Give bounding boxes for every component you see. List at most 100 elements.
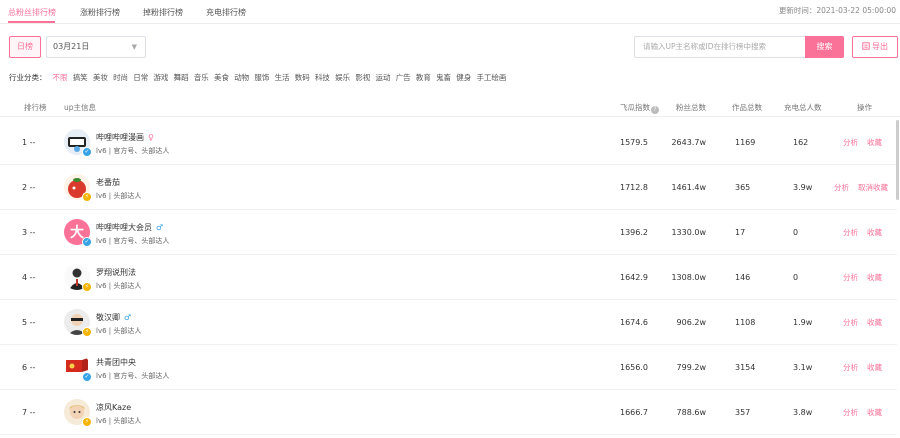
table-row[interactable]: 6 -- ✓ 共青团中央 lv6 | 官方号、头部达人 1656.0 799.2… [0, 345, 897, 390]
category-item[interactable]: 搞笑 [73, 72, 88, 83]
up-name[interactable]: 哔哩哔哩大会员 ♂ [96, 222, 163, 233]
search-button[interactable]: 搜索 [805, 36, 844, 58]
export-button[interactable]: 导出 [852, 36, 898, 58]
analyze-button[interactable]: 分析 [843, 390, 858, 435]
rank-cell: 7 -- [22, 390, 35, 435]
up-name[interactable]: 敬汉卿 ♂ [96, 312, 131, 323]
scrollbar[interactable] [896, 120, 899, 200]
category-item[interactable]: 动物 [234, 72, 249, 83]
rank-number: 7 [22, 408, 28, 417]
header-feigua-index: 飞瓜指数? [620, 102, 659, 114]
category-item[interactable]: 不限 [53, 72, 68, 83]
verified-badge-icon: ⚡ [82, 417, 92, 427]
rank-number: 5 [22, 318, 28, 327]
up-name-text: 共青团中央 [96, 358, 136, 367]
fans-total-cell: 1461.4w [671, 183, 706, 192]
up-name[interactable]: 凉风Kaze [96, 402, 131, 413]
rank-number: 4 [22, 273, 28, 282]
favorite-button[interactable]: 收藏 [867, 345, 882, 390]
up-tags: lv6 | 官方号、头部达人 [96, 237, 170, 245]
favorite-button[interactable]: 收藏 [867, 300, 882, 345]
rank-change: -- [29, 408, 36, 417]
up-tags: lv6 | 头部达人 [96, 327, 142, 335]
avatar[interactable]: ⚡ [64, 399, 92, 427]
analyze-button[interactable]: 分析 [843, 255, 858, 300]
date-select[interactable]: 03月21日 ▼ [46, 36, 146, 58]
avatar[interactable]: ⚡ [64, 264, 92, 292]
avatar[interactable]: ✓ [64, 129, 92, 157]
category-item[interactable]: 科技 [315, 72, 330, 83]
category-list: 不限 搞笑 美妆 时尚 日常 游戏 舞蹈 音乐 美食 动物 服饰 生活 数码 科技 娱乐 影视 运动 广告 教育 鬼畜… [53, 72, 512, 83]
avatar[interactable]: ⚡ [64, 174, 92, 202]
header-charge-total: 充电总人数 [784, 103, 822, 112]
category-item[interactable]: 运动 [376, 72, 391, 83]
export-icon [862, 42, 870, 50]
category-item[interactable]: 广告 [396, 72, 411, 83]
category-item[interactable]: 教育 [416, 72, 431, 83]
table-row[interactable]: 1 -- ✓ 哔哩哔哩漫画 ♀ lv6 | 官方号、头部达人 1579.5 264… [0, 120, 897, 165]
rank-cell: 2 -- [22, 165, 35, 210]
rank-change: -- [29, 228, 36, 237]
category-item[interactable]: 手工绘画 [476, 72, 506, 83]
analyze-button[interactable]: 分析 [843, 345, 858, 390]
favorite-button[interactable]: 收藏 [867, 120, 882, 165]
unfavorite-button[interactable]: 取消收藏 [858, 165, 888, 210]
favorite-button[interactable]: 收藏 [867, 255, 882, 300]
category-item[interactable]: 健身 [456, 72, 471, 83]
table-row[interactable]: 2 -- ⚡ 老番茄 lv6 | 头部达人 1712.8 1461.4w 365… [0, 165, 897, 210]
up-tags: lv6 | 头部达人 [96, 282, 142, 290]
table-row[interactable]: 5 -- ⚡ 敬汉卿 ♂ lv6 | 头部达人 1674.6 906.2w 110… [0, 300, 897, 345]
analyze-button[interactable]: 分析 [843, 210, 858, 255]
tab-charge[interactable]: 充电排行榜 [206, 7, 246, 18]
up-name[interactable]: 老番茄 [96, 177, 120, 188]
table-row[interactable]: 7 -- ⚡ 凉风Kaze lv6 | 头部达人 1666.7 788.6w 3… [0, 390, 897, 435]
up-tags: lv6 | 头部达人 [96, 192, 142, 200]
category-item[interactable]: 美食 [214, 72, 229, 83]
category-item[interactable]: 生活 [275, 72, 290, 83]
table-row[interactable]: 4 -- ⚡ 罗翔说刑法 lv6 | 头部达人 1642.9 1308.0w 1… [0, 255, 897, 300]
category-item[interactable]: 美妆 [93, 72, 108, 83]
daily-rank-button[interactable]: 日榜 [9, 36, 41, 58]
category-item[interactable]: 数码 [295, 72, 310, 83]
category-item[interactable]: 鬼畜 [436, 72, 451, 83]
rank-number: 3 [22, 228, 28, 237]
table-row[interactable]: 3 -- 大 ✓ 哔哩哔哩大会员 ♂ lv6 | 官方号、头部达人 1396.2 … [0, 210, 897, 255]
category-item[interactable]: 游戏 [153, 72, 168, 83]
feigua-index-cell: 1642.9 [620, 273, 648, 282]
category-item[interactable]: 日常 [133, 72, 148, 83]
rank-change: -- [29, 273, 36, 282]
up-name[interactable]: 共青团中央 [96, 357, 136, 368]
header-feigua-label: 飞瓜指数 [620, 103, 650, 112]
tab-fans-loss[interactable]: 掉粉排行榜 [143, 7, 183, 18]
verified-badge-icon: ✓ [82, 237, 92, 247]
up-name-text: 哔哩哔哩漫画 [96, 133, 144, 142]
avatar[interactable]: ⚡ [64, 309, 92, 337]
up-name-text: 哔哩哔哩大会员 [96, 223, 152, 232]
tab-fans-gain[interactable]: 涨粉排行榜 [80, 7, 120, 18]
gender-icon: ♂ [156, 223, 164, 232]
gender-icon: ♀ [148, 133, 154, 142]
analyze-button[interactable]: 分析 [834, 165, 849, 210]
up-name[interactable]: 罗翔说刑法 [96, 267, 136, 278]
works-total-cell: 1108 [735, 318, 756, 327]
category-item[interactable]: 音乐 [194, 72, 209, 83]
avatar[interactable]: 大 ✓ [64, 219, 92, 247]
rank-number: 1 [22, 138, 28, 147]
category-item[interactable]: 时尚 [113, 72, 128, 83]
up-name[interactable]: 哔哩哔哩漫画 ♀ [96, 132, 154, 143]
category-item[interactable]: 舞蹈 [174, 72, 189, 83]
category-item[interactable]: 服饰 [254, 72, 269, 83]
tab-total-fans[interactable]: 总粉丝排行榜 [8, 7, 56, 18]
up-name-text: 罗翔说刑法 [96, 268, 136, 277]
search-input[interactable]: 请输入UP主名称或ID在排行榜中搜索 [634, 36, 806, 58]
category-filter: 行业分类： 不限 搞笑 美妆 时尚 日常 游戏 舞蹈 音乐 美食 动物 服饰 生活 数码 科技 娱乐 影视 运动… [9, 71, 512, 83]
avatar[interactable]: ✓ [64, 354, 92, 382]
analyze-button[interactable]: 分析 [843, 300, 858, 345]
favorite-button[interactable]: 收藏 [867, 390, 882, 435]
help-icon[interactable]: ? [651, 106, 659, 114]
favorite-button[interactable]: 收藏 [867, 210, 882, 255]
category-item[interactable]: 影视 [355, 72, 370, 83]
category-item[interactable]: 娱乐 [335, 72, 350, 83]
table-header: 排行榜 up主信息 飞瓜指数? 粉丝总数 作品总数 充电总人数 操作 [0, 97, 900, 117]
analyze-button[interactable]: 分析 [843, 120, 858, 165]
